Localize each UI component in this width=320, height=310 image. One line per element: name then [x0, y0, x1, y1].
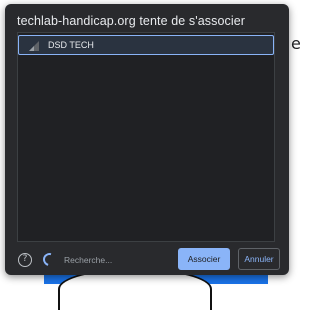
signal-strength-icon: [29, 41, 39, 51]
help-icon[interactable]: ?: [18, 253, 32, 267]
loading-spinner-icon: [40, 250, 59, 269]
device-name: DSD TECH: [48, 40, 94, 50]
background-partial-text: e: [291, 34, 301, 53]
dialog-title: techlab-handicap.org tente de s'associer: [17, 14, 246, 28]
cancel-button[interactable]: Annuler: [238, 248, 280, 270]
device-list: DSD TECH: [17, 32, 275, 242]
search-status-text: Recherche...: [64, 255, 113, 265]
device-list-item[interactable]: DSD TECH: [18, 35, 274, 55]
pair-button[interactable]: Associer: [178, 248, 230, 270]
bluetooth-pairing-dialog: techlab-handicap.org tente de s'associer…: [5, 4, 289, 275]
